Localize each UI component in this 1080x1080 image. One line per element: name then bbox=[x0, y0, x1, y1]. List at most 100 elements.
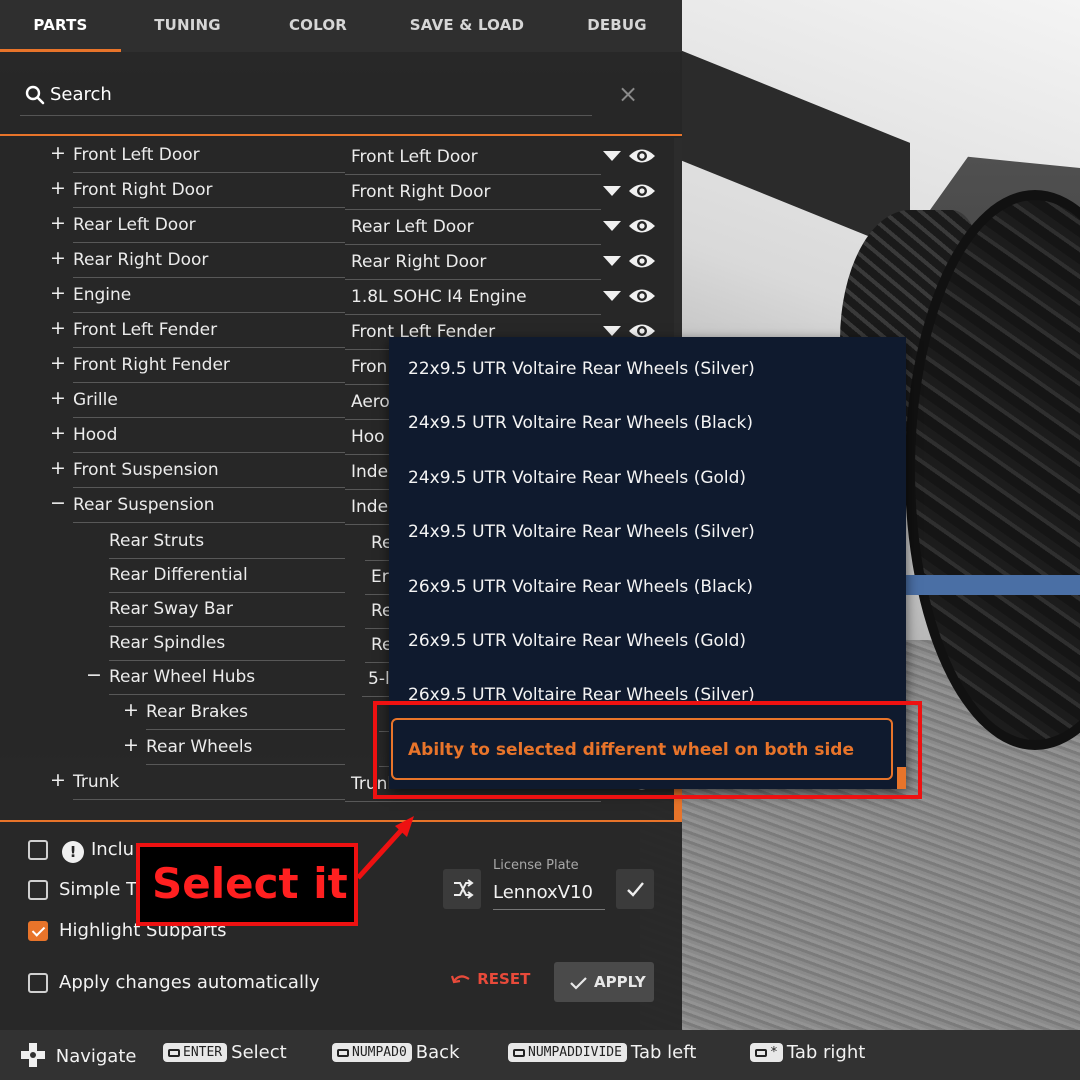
part-row[interactable]: + Front Right Door Front Right Door bbox=[0, 173, 682, 210]
action-tab-right[interactable]: * Tab right bbox=[750, 1042, 865, 1063]
apply-label: APPLY bbox=[594, 973, 646, 991]
randomize-plate-button[interactable] bbox=[443, 869, 481, 909]
action-label: Select bbox=[231, 1042, 287, 1063]
expand-icon[interactable]: + bbox=[50, 212, 66, 234]
search-divider bbox=[0, 134, 682, 136]
expand-icon[interactable]: + bbox=[123, 734, 139, 756]
license-plate-input[interactable]: LennoxV10 bbox=[493, 882, 605, 910]
shuffle-icon bbox=[454, 879, 474, 899]
part-row[interactable]: + Engine 1.8L SOHC I4 Engine bbox=[0, 278, 682, 315]
dropdown-option[interactable]: 26x9.5 UTR Voltaire Rear Wheels (Black) bbox=[408, 577, 753, 597]
key-badge: * bbox=[750, 1043, 783, 1062]
reset-label: RESET bbox=[477, 970, 531, 988]
chevron-down-icon[interactable] bbox=[603, 151, 621, 161]
include-checkbox[interactable] bbox=[28, 840, 48, 860]
part-selection[interactable]: 1.8L SOHC I4 Engine bbox=[351, 287, 527, 307]
action-select[interactable]: ENTER Select bbox=[163, 1042, 287, 1063]
expand-icon[interactable]: + bbox=[50, 387, 66, 409]
expand-icon[interactable]: + bbox=[50, 352, 66, 374]
chevron-down-icon[interactable] bbox=[603, 186, 621, 196]
part-label: Rear Differential bbox=[109, 565, 248, 585]
chevron-down-icon[interactable] bbox=[603, 221, 621, 231]
collapse-icon[interactable]: − bbox=[50, 492, 66, 514]
part-label: Hood bbox=[73, 425, 118, 445]
expand-icon[interactable]: + bbox=[123, 699, 139, 721]
dropdown-option[interactable]: 22x9.5 UTR Voltaire Rear Wheels (Silver) bbox=[408, 359, 755, 379]
part-label: Front Left Fender bbox=[73, 320, 218, 340]
part-row[interactable]: + Rear Left Door Rear Left Door bbox=[0, 208, 682, 245]
expand-icon[interactable]: + bbox=[50, 317, 66, 339]
tab-parts[interactable]: PARTS bbox=[0, 0, 121, 52]
part-selection[interactable]: Fron bbox=[351, 357, 387, 377]
tab-debug[interactable]: DEBUG bbox=[552, 0, 682, 52]
expand-icon[interactable]: + bbox=[50, 457, 66, 479]
dropdown-option[interactable]: 26x9.5 UTR Voltaire Rear Wheels (Gold) bbox=[408, 631, 746, 651]
expand-icon[interactable]: + bbox=[50, 282, 66, 304]
part-label: Rear Wheel Hubs bbox=[109, 667, 256, 687]
keyboard-icon bbox=[337, 1049, 349, 1057]
dropdown-option[interactable]: 24x9.5 UTR Voltaire Rear Wheels (Silver) bbox=[408, 522, 755, 542]
action-label: Tab right bbox=[786, 1042, 866, 1063]
expand-icon[interactable]: + bbox=[50, 769, 66, 791]
chevron-down-icon[interactable] bbox=[603, 326, 621, 336]
collapse-icon[interactable]: − bbox=[86, 664, 102, 686]
part-row[interactable]: + Rear Right Door Rear Right Door bbox=[0, 243, 682, 280]
apply-auto-label: Apply changes automatically bbox=[59, 972, 320, 993]
row-divider bbox=[73, 799, 345, 800]
expand-icon[interactable]: + bbox=[50, 422, 66, 444]
part-selection[interactable]: Rear Right Door bbox=[351, 252, 486, 272]
action-label: Back bbox=[415, 1042, 460, 1063]
eye-icon[interactable] bbox=[628, 217, 656, 235]
annotation-callout: Select it bbox=[136, 843, 358, 926]
apply-auto-checkbox[interactable] bbox=[28, 973, 48, 993]
dpad-icon bbox=[21, 1043, 45, 1067]
apply-button[interactable]: APPLY bbox=[554, 962, 654, 1002]
part-label: Rear Brakes bbox=[146, 702, 248, 722]
part-selection[interactable]: Inde bbox=[351, 497, 388, 517]
tab-color[interactable]: COLOR bbox=[254, 0, 382, 52]
eye-icon[interactable] bbox=[628, 182, 656, 200]
key-badge: ENTER bbox=[163, 1043, 228, 1062]
confirm-plate-button[interactable] bbox=[616, 869, 654, 909]
part-label: Rear Suspension bbox=[73, 495, 215, 515]
action-tab-left[interactable]: NUMPADDIVIDE Tab left bbox=[508, 1042, 696, 1063]
search-input[interactable]: Search bbox=[20, 74, 592, 116]
part-label: Rear Right Door bbox=[73, 250, 209, 270]
eye-icon[interactable] bbox=[628, 147, 656, 165]
action-label: Navigate bbox=[55, 1046, 137, 1067]
part-row[interactable]: + Front Left Door Front Left Door bbox=[0, 138, 682, 175]
part-selection[interactable]: 5-l bbox=[368, 669, 390, 689]
check-icon bbox=[627, 882, 644, 897]
check-icon bbox=[570, 977, 587, 990]
close-icon[interactable]: × bbox=[618, 82, 638, 106]
expand-icon[interactable]: + bbox=[50, 142, 66, 164]
undo-icon bbox=[450, 975, 470, 984]
part-selection[interactable]: Rear Left Door bbox=[351, 217, 474, 237]
dropdown-option[interactable]: 24x9.5 UTR Voltaire Rear Wheels (Black) bbox=[408, 413, 753, 433]
part-label: Rear Spindles bbox=[109, 633, 226, 653]
part-label: Grille bbox=[73, 390, 118, 410]
part-selection[interactable]: Front Right Door bbox=[351, 182, 490, 202]
part-selection[interactable]: Inde bbox=[351, 462, 388, 482]
expand-icon[interactable]: + bbox=[50, 177, 66, 199]
action-navigate[interactable]: Navigate bbox=[20, 1042, 136, 1068]
part-label: Rear Left Door bbox=[73, 215, 196, 235]
part-selection[interactable]: Er bbox=[371, 567, 389, 587]
chevron-down-icon[interactable] bbox=[603, 256, 621, 266]
chevron-down-icon[interactable] bbox=[603, 291, 621, 301]
tab-tuning[interactable]: TUNING bbox=[121, 0, 254, 52]
simple-checkbox[interactable] bbox=[28, 880, 48, 900]
callout-text: Select it bbox=[152, 859, 348, 908]
eye-icon[interactable] bbox=[628, 287, 656, 305]
license-plate-label: License Plate bbox=[493, 858, 579, 873]
highlight-subparts-checkbox[interactable] bbox=[28, 921, 48, 941]
expand-icon[interactable]: + bbox=[50, 247, 66, 269]
tab-save-load[interactable]: SAVE & LOAD bbox=[382, 0, 552, 52]
dropdown-option[interactable]: 24x9.5 UTR Voltaire Rear Wheels (Gold) bbox=[408, 468, 746, 488]
action-back[interactable]: NUMPAD0 Back bbox=[332, 1042, 460, 1063]
part-selection[interactable]: Aero bbox=[351, 392, 390, 412]
eye-icon[interactable] bbox=[628, 252, 656, 270]
reset-button[interactable]: RESET bbox=[450, 970, 530, 988]
part-selection[interactable]: Front Left Door bbox=[351, 147, 478, 167]
part-selection[interactable]: Hoo bbox=[351, 427, 385, 447]
